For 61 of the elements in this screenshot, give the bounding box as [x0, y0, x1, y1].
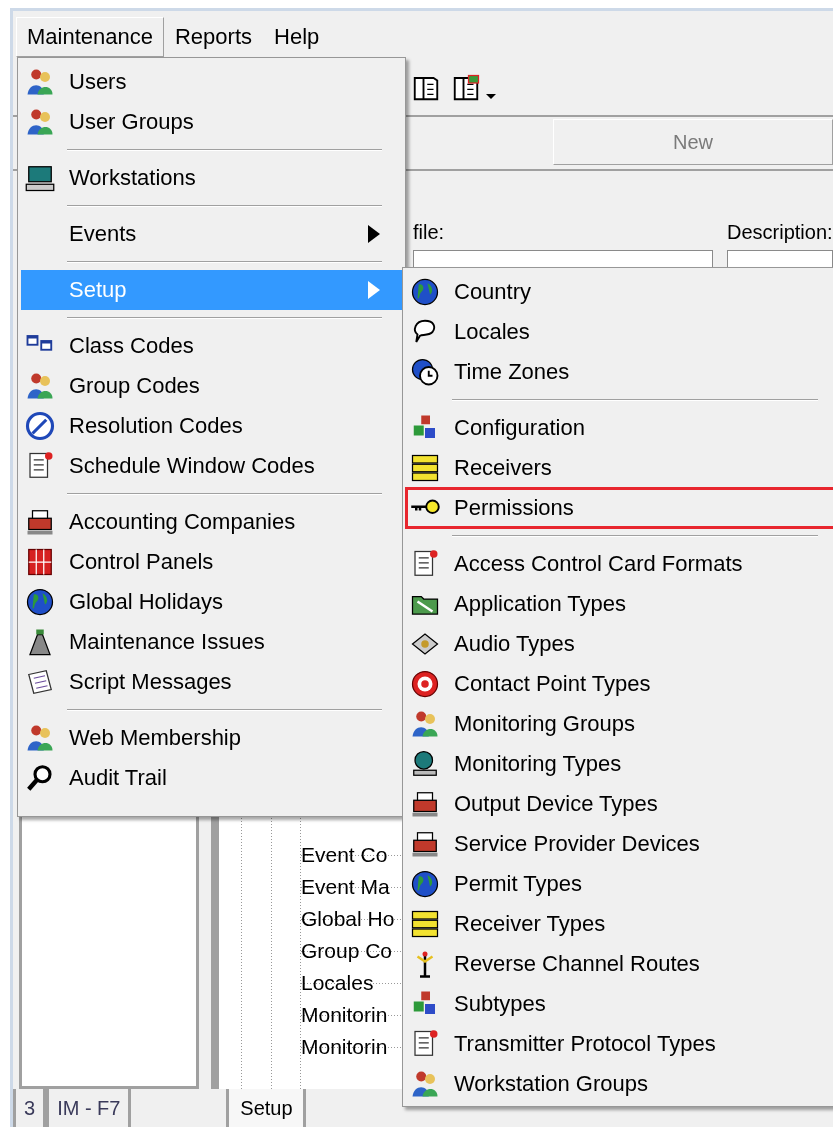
globe-clock-icon: [410, 357, 440, 387]
menu-item[interactable]: Configuration: [406, 408, 833, 448]
people-icon: [25, 107, 55, 137]
menu-item[interactable]: Workstation Groups: [406, 1064, 833, 1104]
globe-icon: [410, 277, 440, 307]
menu-item[interactable]: Monitoring Types: [406, 744, 833, 784]
book-icon[interactable]: [451, 73, 481, 103]
menu-item[interactable]: Script Messages: [21, 662, 402, 702]
menu-item[interactable]: Time Zones: [406, 352, 833, 392]
menu-item[interactable]: Global Holidays: [21, 582, 402, 622]
menu-bar-item[interactable]: Maintenance: [16, 17, 164, 57]
menu-item[interactable]: Schedule Window Codes: [21, 446, 402, 486]
people-icon: [25, 723, 55, 753]
menu-item[interactable]: Contact Point Types: [406, 664, 833, 704]
menu-item[interactable]: Users: [21, 62, 402, 102]
people-icon: [410, 709, 440, 739]
menu-bar-item[interactable]: Reports: [164, 17, 264, 57]
menu-item[interactable]: Accounting Companies: [21, 502, 402, 542]
globe-icon: [25, 587, 55, 617]
menu-item[interactable]: Class Codes: [21, 326, 402, 366]
menu-item[interactable]: Output Device Types: [406, 784, 833, 824]
menu-item[interactable]: Monitoring Groups: [406, 704, 833, 744]
people-icon: [410, 1069, 440, 1099]
monitor-icon: [410, 749, 440, 779]
tab[interactable]: 3: [13, 1089, 47, 1127]
tab[interactable]: IM - F7: [46, 1089, 132, 1127]
globe-icon: [410, 869, 440, 899]
menu-item[interactable]: Audio Types: [406, 624, 833, 664]
menu-item[interactable]: Control Panels: [21, 542, 402, 582]
submenu-arrow-icon: [368, 225, 380, 243]
menu-item[interactable]: Audit Trail: [21, 758, 402, 798]
scroll-icon: [25, 667, 55, 697]
menu-item[interactable]: Group Codes: [21, 366, 402, 406]
field-label: file:: [413, 221, 446, 244]
field-label: Description:: [727, 221, 833, 244]
magnifier-icon: [25, 763, 55, 793]
menu-item[interactable]: Events: [21, 214, 402, 254]
people-icon: [25, 67, 55, 97]
printer-icon: [410, 829, 440, 859]
menu-item[interactable]: Resolution Codes: [21, 406, 402, 446]
menu-item[interactable]: Permissions: [406, 488, 833, 528]
target-icon: [410, 669, 440, 699]
menu-item[interactable]: Country: [406, 272, 833, 312]
menu-item[interactable]: Receivers: [406, 448, 833, 488]
rack-icon: [410, 453, 440, 483]
rack-icon: [410, 909, 440, 939]
menu-item[interactable]: Web Membership: [21, 718, 402, 758]
menu-item[interactable]: Application Types: [406, 584, 833, 624]
tab[interactable]: Setup: [226, 1089, 307, 1127]
menu-item[interactable]: Locales: [406, 312, 833, 352]
panel-icon: [25, 547, 55, 577]
people-icon: [25, 371, 55, 401]
printer-icon: [25, 507, 55, 537]
menu-item[interactable]: User Groups: [21, 102, 402, 142]
menu-bar-item[interactable]: Help: [263, 17, 331, 57]
computer-icon: [25, 163, 55, 193]
printer-icon: [410, 789, 440, 819]
submenu-arrow-icon: [368, 281, 380, 299]
menu-item[interactable]: Workstations: [21, 158, 402, 198]
menu-item[interactable]: Maintenance Issues: [21, 622, 402, 662]
menu-item[interactable]: Access Control Card Formats: [406, 544, 833, 584]
